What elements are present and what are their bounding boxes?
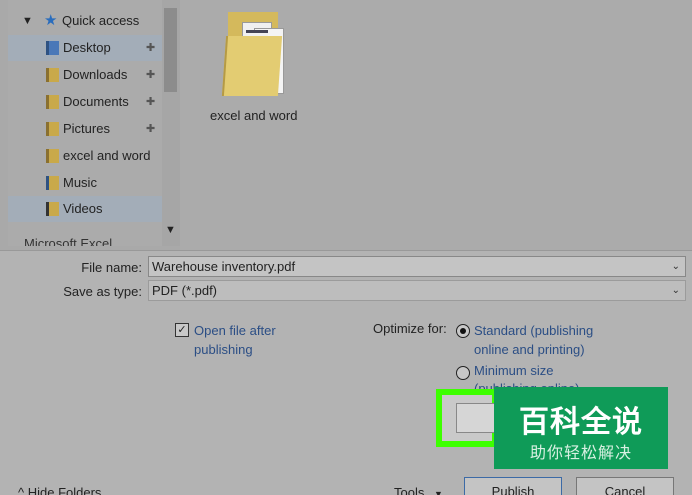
- chevron-down-icon[interactable]: ▼: [22, 9, 33, 33]
- caret-down-icon: ▼: [433, 489, 443, 495]
- watermark-subtitle: 助你轻松解决: [529, 443, 632, 462]
- folder-excel-and-word[interactable]: [221, 8, 296, 104]
- minimum-size-radio[interactable]: [456, 366, 470, 380]
- radio-dot-icon: [460, 328, 466, 334]
- save-type-value: PDF (*.pdf): [152, 283, 218, 298]
- chevron-down-icon[interactable]: ⌄: [672, 281, 680, 300]
- nav-item-videos[interactable]: Videos: [8, 196, 162, 222]
- hide-folders-label: Hide Folders: [27, 485, 102, 495]
- file-list[interactable]: excel and word: [180, 0, 692, 250]
- minimum-size-label[interactable]: Minimum size: [474, 363, 553, 378]
- nav-scrollbar[interactable]: ▼: [162, 0, 180, 246]
- tools-menu[interactable]: Tools ▼: [394, 485, 443, 495]
- nav-item-excel-and-word[interactable]: excel and word: [8, 143, 162, 169]
- save-form: File name: Warehouse inventory.pdf ⌄ Sav…: [0, 250, 692, 495]
- star-icon: ★: [44, 12, 58, 29]
- cancel-button[interactable]: Cancel: [576, 477, 674, 495]
- file-name-field[interactable]: Warehouse inventory.pdf ⌄: [148, 256, 686, 277]
- optimize-label: Optimize for:: [373, 321, 447, 336]
- nav-item-label: Music: [63, 175, 97, 190]
- nav-item-pictures[interactable]: Pictures ✚: [8, 116, 162, 142]
- open-after-checkbox[interactable]: ✓: [175, 323, 189, 337]
- options-button[interactable]: [456, 403, 496, 433]
- watermark-logo: 百科全说 助你轻松解决: [494, 387, 668, 469]
- nav-scrollbar-thumb[interactable]: [164, 8, 177, 92]
- pictures-folder-icon: [46, 122, 59, 136]
- file-name-value: Warehouse inventory.pdf: [152, 259, 296, 274]
- folder-icon: [46, 149, 59, 163]
- watermark-title: 百科全说: [519, 405, 643, 440]
- tools-label: Tools: [394, 485, 425, 495]
- navigation-pane: ▼ ★ Quick access Desktop ✚ Downloads ✚ D…: [8, 0, 162, 246]
- hide-folders-button[interactable]: ^ Hide Folders: [18, 485, 101, 495]
- nav-item-label: Documents: [63, 94, 129, 109]
- nav-item-label: Videos: [63, 201, 103, 216]
- desktop-folder-icon: [46, 41, 59, 55]
- documents-folder-icon: [46, 95, 59, 109]
- folder-front-icon: [221, 36, 283, 96]
- videos-folder-icon: [46, 202, 59, 216]
- nav-item-desktop[interactable]: Desktop ✚: [8, 35, 162, 61]
- content-scrollbar[interactable]: [686, 0, 692, 250]
- nav-item-downloads[interactable]: Downloads ✚: [8, 62, 162, 88]
- downloads-folder-icon: [46, 68, 59, 82]
- quick-access-label: Quick access: [62, 13, 140, 28]
- nav-item-documents[interactable]: Documents ✚: [8, 89, 162, 115]
- folder-name-label: excel and word: [210, 108, 298, 123]
- pin-icon[interactable]: ✚: [146, 116, 155, 142]
- nav-item-label: Pictures: [63, 121, 110, 136]
- save-type-label: Save as type:: [63, 284, 142, 299]
- pin-icon[interactable]: ✚: [146, 62, 155, 88]
- open-after-label[interactable]: Open file after publishing: [194, 321, 304, 359]
- nav-item-label: Downloads: [63, 67, 128, 82]
- nav-item-partial[interactable]: Microsoft Excel: [24, 236, 112, 246]
- nav-item-label: Desktop: [63, 40, 111, 55]
- chevron-down-icon[interactable]: ⌄: [672, 257, 680, 276]
- publish-button[interactable]: Publish: [464, 477, 562, 495]
- pin-icon[interactable]: ✚: [146, 35, 155, 61]
- browse-area: ▼ ★ Quick access Desktop ✚ Downloads ✚ D…: [0, 0, 692, 250]
- pin-icon[interactable]: ✚: [146, 89, 155, 115]
- nav-item-label: Microsoft Excel: [24, 236, 113, 246]
- music-folder-icon: [46, 176, 59, 190]
- save-type-select[interactable]: PDF (*.pdf) ⌄: [148, 280, 686, 301]
- chevron-up-icon: ^: [18, 485, 28, 495]
- nav-item-music[interactable]: Music: [8, 170, 162, 196]
- nav-item-label: excel and word: [63, 148, 151, 163]
- standard-label[interactable]: Standard (publishing online and printing…: [474, 321, 614, 359]
- scroll-down-arrow-icon[interactable]: ▼: [165, 224, 176, 236]
- options-highlight: [436, 389, 498, 447]
- file-name-label: File name:: [81, 260, 142, 275]
- standard-radio[interactable]: [456, 324, 470, 338]
